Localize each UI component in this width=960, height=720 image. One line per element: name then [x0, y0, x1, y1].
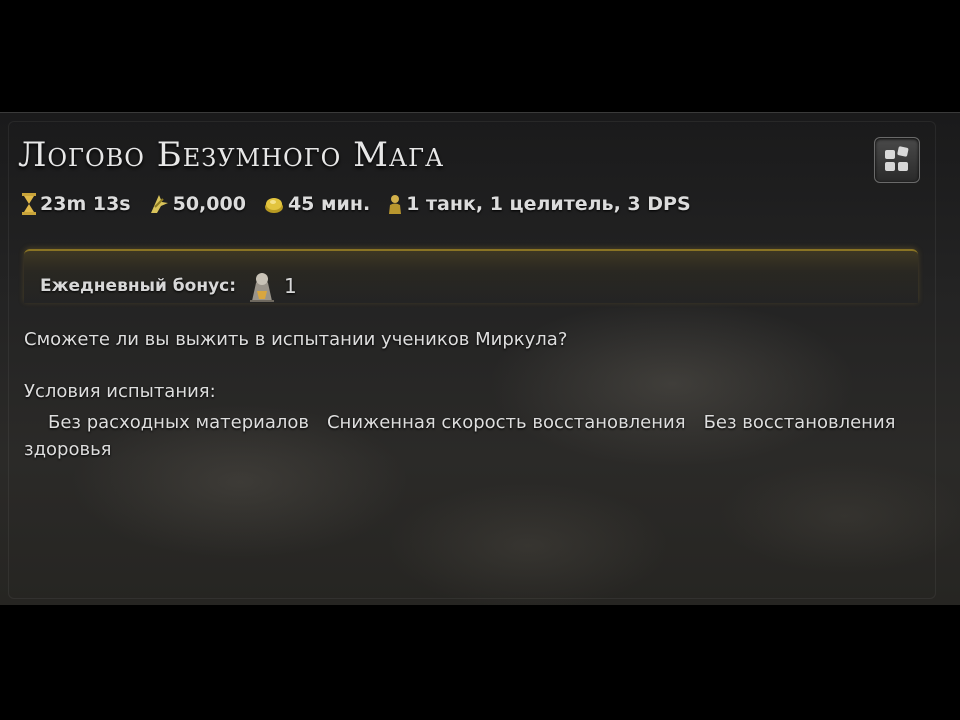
person-icon [389, 195, 402, 214]
hourglass-icon [22, 193, 36, 215]
game-frame: Логово Безумного Мага 23m 13s 50,000 45 … [0, 112, 960, 605]
coin-icon [264, 198, 283, 213]
dungeon-stats: 23m 13s 50,000 45 мин. 1 танк, 1 целител… [22, 193, 691, 215]
stat-time: 23m 13s [22, 193, 131, 215]
dungeon-title: Логово Безумного Мага [18, 135, 445, 175]
dungeon-description: Сможете ли вы выжить в испытании ученико… [24, 329, 568, 350]
condition-item: Без расходных материалов [48, 412, 309, 433]
stat-xp: 50,000 [149, 193, 246, 215]
daily-bonus: Ежедневный бонус: 1 [40, 269, 297, 303]
stat-xp-value: 50,000 [172, 193, 246, 215]
stat-time-value: 23m 13s [40, 193, 131, 215]
conditions-list: Без расходных материалов Сниженная скорос… [24, 409, 924, 463]
stat-duration: 45 мин. [264, 193, 370, 215]
conditions-title: Условия испытания: [24, 381, 216, 402]
stat-duration-value: 45 мин. [287, 193, 371, 215]
daily-bonus-count: 1 [284, 274, 297, 298]
daily-bonus-label: Ежедневный бонус: [40, 276, 237, 296]
condition-item: Сниженная скорость восстановления [326, 412, 686, 433]
grid-menu-button[interactable] [874, 137, 920, 183]
seal-icon [250, 273, 275, 302]
stat-party: 1 танк, 1 целитель, 3 DPS [388, 193, 691, 215]
daily-bonus-box: Ежедневный бонус: 1 [24, 249, 918, 303]
experience-icon [150, 195, 168, 213]
grid-menu-icon [885, 146, 909, 171]
stat-party-value: 1 танк, 1 целитель, 3 DPS [406, 193, 691, 215]
